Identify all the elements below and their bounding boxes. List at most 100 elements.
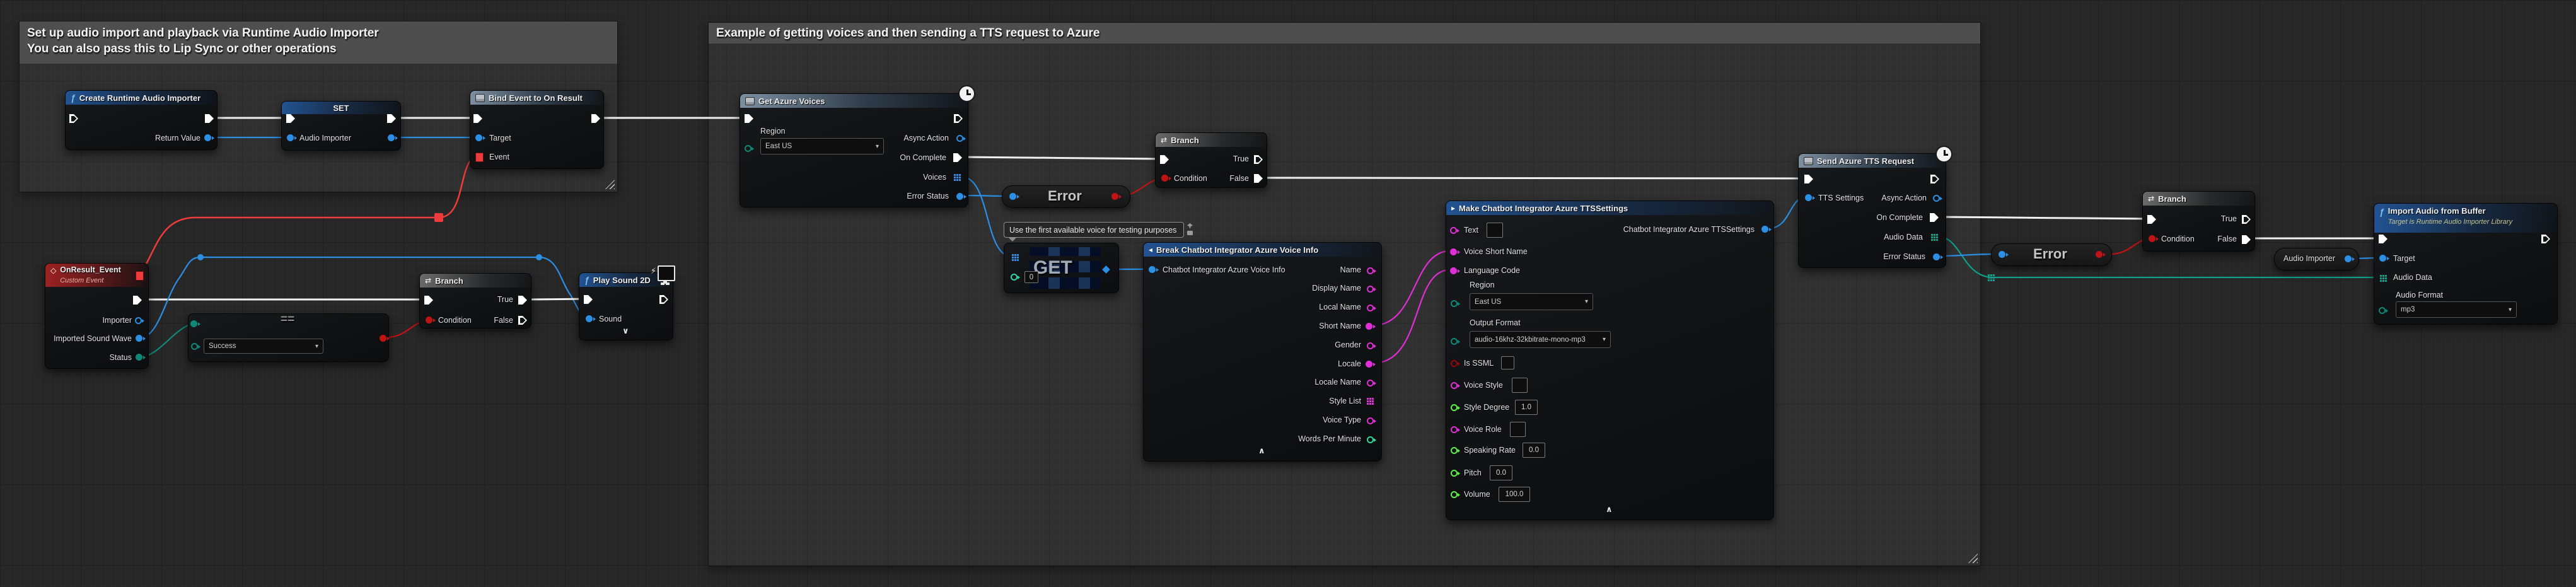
- region-pin[interactable]: [745, 145, 751, 152]
- node-onresult-custom-event[interactable]: ◇ OnResult_Event Custom Event Importer I…: [45, 263, 149, 369]
- audio-importer-out-pin[interactable]: [388, 134, 395, 141]
- voice-role-pin[interactable]: [1451, 426, 1458, 433]
- pitch-input-box[interactable]: 0.0: [1490, 465, 1512, 480]
- node-set-audio-importer[interactable]: SET Audio Importer: [281, 101, 401, 151]
- true-exec-pin[interactable]: [2242, 215, 2251, 224]
- exec-out-pin[interactable]: [133, 296, 142, 305]
- short-name-pin[interactable]: [1366, 323, 1372, 330]
- local-name-pin[interactable]: [1367, 305, 1374, 311]
- imported-sound-wave-pin[interactable]: [136, 335, 142, 342]
- async-action-pin[interactable]: [1933, 195, 1940, 202]
- true-exec-pin[interactable]: [518, 296, 527, 305]
- style-list-array-pin[interactable]: [1367, 398, 1369, 400]
- false-exec-pin[interactable]: [518, 316, 527, 325]
- wire-errorstatus-to-error2[interactable]: [1939, 254, 1998, 256]
- condition-pin[interactable]: [426, 317, 432, 323]
- condition-pin[interactable]: [1161, 175, 1168, 182]
- equal-value-dropdown[interactable]: Success▾: [204, 339, 323, 354]
- speaking-rate-input-box[interactable]: 0.0: [1523, 443, 1545, 458]
- output-format-dropdown[interactable]: audio-16khz-32kbitrate-mono-mp3▾: [1470, 331, 1611, 348]
- exec-in-pin[interactable]: [2379, 235, 2387, 243]
- exec-in-pin[interactable]: [1804, 175, 1813, 183]
- node-create-runtime-audio-importer[interactable]: ƒ Create Runtime Audio Importer Return V…: [65, 90, 218, 150]
- gender-pin[interactable]: [1367, 342, 1374, 349]
- on-complete-exec-pin[interactable]: [1930, 213, 1939, 222]
- reroute-node-array[interactable]: [1988, 274, 1995, 281]
- node-header[interactable]: ⇄ Branch: [1156, 133, 1267, 147]
- sound-pin[interactable]: [586, 315, 593, 322]
- equal-a-pin[interactable]: [190, 320, 197, 327]
- style-degree-pin[interactable]: [1451, 404, 1458, 411]
- event-delegate-pin[interactable]: [475, 153, 484, 162]
- async-action-pin[interactable]: [956, 135, 963, 142]
- style-degree-input-box[interactable]: 1.0: [1515, 400, 1538, 415]
- condition-pin[interactable]: [2149, 235, 2155, 242]
- exec-in-pin[interactable]: [2147, 215, 2156, 224]
- region-pin[interactable]: [1451, 300, 1458, 307]
- exec-out-pin[interactable]: [1930, 175, 1939, 183]
- exec-out-pin[interactable]: [205, 114, 214, 123]
- exec-in-pin[interactable]: [584, 295, 593, 304]
- wire-exec-oncomplete-to-branch2[interactable]: [960, 157, 1163, 159]
- return-value-pin[interactable]: [204, 134, 211, 141]
- speech-bubble-icon[interactable]: [1187, 231, 1193, 235]
- on-complete-exec-pin[interactable]: [953, 153, 962, 162]
- array-in-pin[interactable]: [1012, 254, 1014, 256]
- is-ssml-checkbox[interactable]: [1501, 356, 1514, 369]
- exec-in-pin[interactable]: [745, 114, 753, 123]
- node-branch-2[interactable]: ⇄ Branch True Condition False: [1155, 132, 1267, 188]
- output-format-pin[interactable]: [1451, 338, 1458, 345]
- node-make-azure-ttssettings[interactable]: ▸ Make Chatbot Integrator Azure TTSSetti…: [1446, 201, 1774, 520]
- text-input-box[interactable]: [1487, 223, 1503, 238]
- display-name-pin[interactable]: [1367, 286, 1374, 293]
- false-exec-pin[interactable]: [1254, 174, 1263, 183]
- region-dropdown[interactable]: East US▾: [760, 138, 884, 154]
- error-status-pin[interactable]: [956, 193, 963, 200]
- node-header[interactable]: Get Azure Voices: [740, 94, 968, 108]
- exec-in-pin[interactable]: [473, 114, 482, 123]
- node-equal-enum[interactable]: == Success▾: [188, 313, 389, 362]
- target-pin[interactable]: [475, 134, 482, 141]
- audio-format-dropdown[interactable]: mp3▾: [2396, 301, 2517, 318]
- tts-settings-pin[interactable]: [1805, 194, 1812, 201]
- reroute-node[interactable]: [197, 254, 204, 260]
- index-pin[interactable]: [1011, 274, 1018, 281]
- node-play-sound-2d[interactable]: ƒ Play Sound 2D ⚡ Sound ∨: [579, 272, 673, 340]
- volume-pin[interactable]: [1451, 491, 1458, 498]
- node-header[interactable]: ◇ OnResult_Event Custom Event: [45, 264, 148, 287]
- node-error-1[interactable]: Error: [1002, 185, 1130, 208]
- false-exec-pin[interactable]: [2242, 235, 2251, 244]
- words-per-minute-pin[interactable]: [1367, 436, 1374, 443]
- voice-type-pin[interactable]: [1367, 417, 1374, 424]
- wire-shortname-to-voiceshortname[interactable]: [1373, 251, 1450, 325]
- voice-style-input-box[interactable]: [1512, 378, 1528, 393]
- node-header[interactable]: SET: [282, 102, 400, 114]
- exec-out-pin[interactable]: [591, 114, 600, 123]
- audio-format-pin[interactable]: [2379, 307, 2386, 314]
- audio-importer-in-pin[interactable]: [287, 134, 294, 141]
- output-delegate-pin[interactable]: [136, 271, 144, 281]
- node-header[interactable]: ⇄ Branch: [420, 274, 531, 288]
- voice-style-pin[interactable]: [1451, 382, 1458, 389]
- speaking-rate-pin[interactable]: [1451, 447, 1458, 454]
- ttssettings-out-pin[interactable]: [1761, 226, 1768, 233]
- element-out-pin[interactable]: [1102, 265, 1110, 274]
- node-error-2[interactable]: Error: [1991, 243, 2112, 266]
- node-comment-bubble[interactable]: Use the first available voice for testin…: [1004, 222, 1184, 238]
- region-dropdown[interactable]: East US▾: [1470, 293, 1593, 310]
- voice-role-input-box[interactable]: [1510, 422, 1526, 437]
- pitch-pin[interactable]: [1451, 470, 1458, 477]
- name-pin[interactable]: [1367, 267, 1374, 274]
- audio-data-array-pin[interactable]: [2380, 275, 2382, 277]
- text-pin[interactable]: [1450, 227, 1457, 234]
- error-in-pin[interactable]: [1009, 193, 1016, 200]
- node-array-get[interactable]: GET 0: [1004, 243, 1119, 293]
- exec-out-pin[interactable]: [387, 114, 396, 123]
- volume-input-box[interactable]: 100.0: [1499, 487, 1530, 502]
- node-import-audio-from-buffer[interactable]: ƒ Import Audio from Buffer Target is Run…: [2374, 203, 2558, 325]
- exec-out-pin[interactable]: [2541, 235, 2550, 243]
- collapse-chevron[interactable]: ∧: [1258, 446, 1265, 456]
- status-pin[interactable]: [136, 354, 142, 361]
- node-branch-1[interactable]: ⇄ Branch True Condition False: [419, 273, 531, 328]
- struct-in-pin[interactable]: [1149, 266, 1156, 273]
